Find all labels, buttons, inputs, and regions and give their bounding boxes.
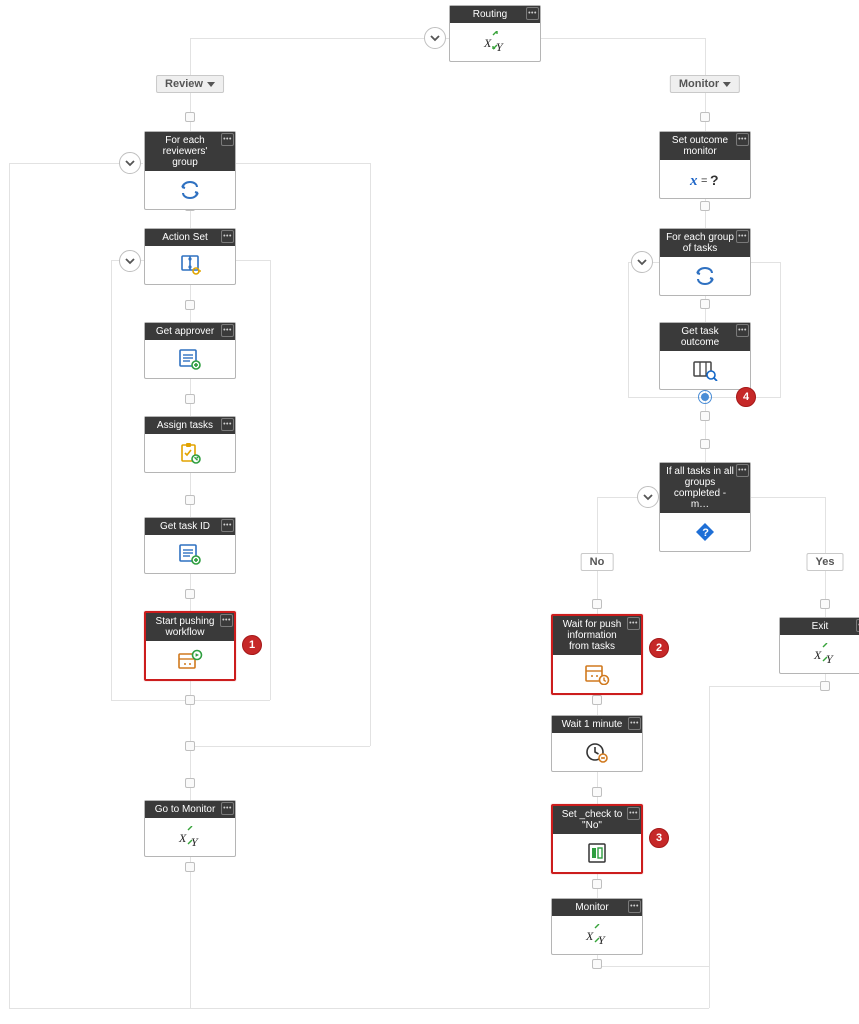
- foreach-reviewers-node[interactable]: For each reviewers' group: [144, 131, 236, 210]
- start-pushing-node[interactable]: Start pushing workflow: [144, 611, 236, 681]
- branch-monitor-label: Monitor: [679, 78, 719, 90]
- set-outcome-node[interactable]: Set outcome monitor x = ?: [659, 131, 751, 199]
- assign-tasks-label: Assign tasks: [157, 420, 213, 431]
- node-menu-icon[interactable]: [526, 7, 539, 20]
- go-to-monitor-node[interactable]: Go to Monitor X Y: [144, 800, 236, 857]
- svg-text:Y: Y: [191, 835, 199, 848]
- set-check-no-label: Set _check to "No": [562, 809, 623, 831]
- svg-text:X: X: [585, 929, 594, 943]
- start-pushing-label: Start pushing workflow: [156, 616, 215, 638]
- node-menu-icon[interactable]: [221, 802, 234, 815]
- loop-icon: [178, 178, 202, 202]
- wait-item-icon: [584, 663, 610, 685]
- exit-label: Exit: [812, 621, 829, 632]
- action-set-label: Action Set: [162, 232, 208, 243]
- start-workflow-icon: [177, 649, 203, 671]
- get-task-outcome-node[interactable]: Get task outcome: [659, 322, 751, 390]
- actionset-chevron-icon[interactable]: [119, 250, 141, 272]
- go-to-monitor-label: Go to Monitor: [155, 804, 216, 815]
- set-outcome-label: Set outcome monitor: [672, 135, 728, 157]
- if-all-tasks-label: If all tasks in all groups completed - m…: [666, 466, 734, 510]
- get-task-outcome-label: Get task outcome: [681, 326, 719, 348]
- item-add-icon: [178, 348, 202, 370]
- wait-1-min-node[interactable]: Wait 1 minute: [551, 715, 643, 772]
- update-item-icon: [587, 842, 607, 864]
- svg-text:Y: Y: [598, 933, 606, 946]
- svg-text:x: x: [689, 173, 698, 189]
- if-chevron-icon[interactable]: [637, 486, 659, 508]
- foreach-reviewers-label: For each reviewers' group: [163, 135, 208, 168]
- node-menu-icon[interactable]: [221, 230, 234, 243]
- wait-push-node[interactable]: Wait for push information from tasks: [551, 614, 643, 695]
- badge-1: 1: [242, 635, 262, 655]
- parallel-chevron-icon[interactable]: [424, 27, 446, 49]
- branch-no[interactable]: No: [581, 553, 614, 571]
- action-set-node[interactable]: Action Set: [144, 228, 236, 285]
- routing-node[interactable]: Routing X Y: [449, 5, 541, 62]
- routing-title: Routing: [473, 9, 507, 20]
- action-set-icon: [179, 254, 201, 276]
- loop-icon: [693, 264, 717, 288]
- node-menu-icon[interactable]: [221, 324, 234, 337]
- routing-icon: X Y: [812, 643, 838, 665]
- clock-icon: [585, 741, 609, 763]
- svg-text:X: X: [483, 36, 492, 50]
- foreach-chevron-icon[interactable]: [119, 152, 141, 174]
- foreach-tasks-node[interactable]: For each group of tasks: [659, 228, 751, 296]
- exit-node[interactable]: Exit X Y: [779, 617, 859, 674]
- get-task-id-label: Get task ID: [160, 521, 210, 532]
- workflow-canvas: Routing X Y Review Monitor For each revi…: [0, 0, 859, 1024]
- routing-icon: X Y: [482, 31, 508, 53]
- svg-text:?: ?: [710, 172, 719, 188]
- node-menu-icon[interactable]: [221, 418, 234, 431]
- node-menu-icon[interactable]: [628, 900, 641, 913]
- node-menu-icon[interactable]: [627, 617, 640, 630]
- query-list-icon: [692, 359, 718, 381]
- clipboard-icon: [178, 442, 202, 464]
- svg-text:Y: Y: [826, 652, 834, 665]
- svg-text:?: ?: [702, 527, 709, 539]
- node-menu-icon[interactable]: [627, 807, 640, 820]
- node-menu-icon[interactable]: [628, 717, 641, 730]
- node-menu-icon[interactable]: [221, 133, 234, 146]
- get-approver-label: Get approver: [156, 326, 214, 337]
- wait-1-min-label: Wait 1 minute: [562, 719, 623, 730]
- node-menu-icon[interactable]: [736, 464, 749, 477]
- condition-icon: ?: [694, 521, 716, 543]
- branch-review[interactable]: Review: [156, 75, 224, 93]
- badge-3: 3: [649, 828, 669, 848]
- svg-text:Y: Y: [496, 40, 504, 53]
- routing-icon: X Y: [177, 826, 203, 848]
- node-menu-icon[interactable]: [736, 133, 749, 146]
- node-menu-icon[interactable]: [736, 324, 749, 337]
- routing-icon: X Y: [584, 924, 610, 946]
- badge-2: 2: [649, 638, 669, 658]
- svg-text:X: X: [813, 648, 822, 662]
- get-approver-node[interactable]: Get approver: [144, 322, 236, 379]
- branch-monitor[interactable]: Monitor: [670, 75, 740, 93]
- node-menu-icon[interactable]: [736, 230, 749, 243]
- node-menu-icon[interactable]: [221, 519, 234, 532]
- set-variable-icon: x = ?: [689, 169, 721, 189]
- get-task-id-node[interactable]: Get task ID: [144, 517, 236, 574]
- branch-yes[interactable]: Yes: [807, 553, 844, 571]
- branch-no-label: No: [590, 556, 605, 568]
- monitor-node[interactable]: Monitor X Y: [551, 898, 643, 955]
- foreach-tasks-chevron-icon[interactable]: [631, 251, 653, 273]
- wait-push-label: Wait for push information from tasks: [563, 619, 622, 652]
- assign-tasks-node[interactable]: Assign tasks: [144, 416, 236, 473]
- foreach-tasks-label: For each group of tasks: [666, 232, 734, 254]
- set-check-no-node[interactable]: Set _check to "No": [551, 804, 643, 874]
- badge-4: 4: [736, 387, 756, 407]
- svg-text:=: =: [701, 175, 707, 187]
- node-menu-icon[interactable]: [220, 614, 233, 627]
- if-all-tasks-node[interactable]: If all tasks in all groups completed - m…: [659, 462, 751, 552]
- monitor-label: Monitor: [575, 902, 608, 913]
- branch-review-label: Review: [165, 78, 203, 90]
- svg-text:X: X: [178, 831, 187, 845]
- branch-yes-label: Yes: [816, 556, 835, 568]
- loop-end-icon: [698, 390, 712, 404]
- item-add-icon: [178, 543, 202, 565]
